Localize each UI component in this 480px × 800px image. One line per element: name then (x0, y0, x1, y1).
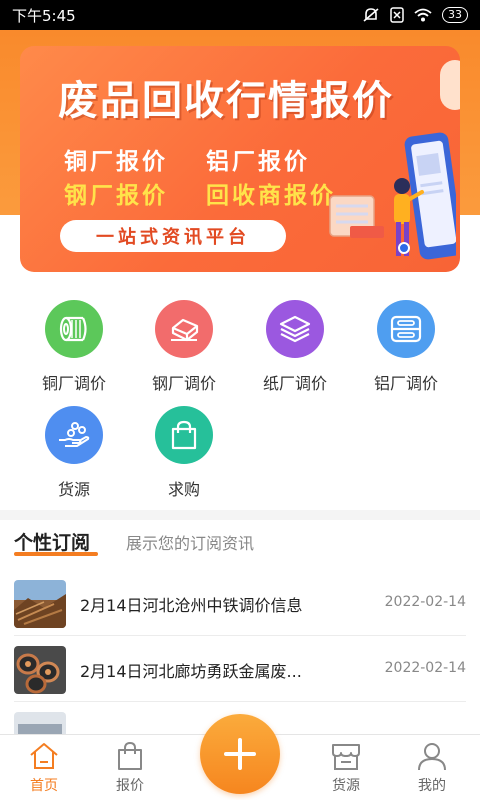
banner-line-recycler: 回收商报价 (206, 182, 336, 209)
category-label: 铝厂调价 (373, 374, 438, 393)
status-time: 下午5:45 (12, 6, 76, 25)
aluminum-icon (377, 300, 435, 358)
tab-label: 货源 (332, 778, 360, 794)
news-item[interactable]: 2月14日河北廊坊勇跃金属废... 2022-02-14 (0, 638, 480, 702)
banner-line-steel: 钢厂报价 (64, 182, 168, 209)
category-steel[interactable]: 钢厂调价 (134, 300, 234, 394)
carousel-indicator-dot (398, 242, 410, 254)
person-with-phone-illustration (329, 132, 456, 260)
sim-none-icon (390, 7, 404, 23)
tab-mine[interactable]: 我的 (392, 741, 472, 795)
user-icon (418, 743, 446, 771)
banner-line-copper: 铜厂报价 (64, 148, 168, 175)
category-label: 纸厂调价 (262, 374, 327, 393)
add-post-button[interactable] (200, 714, 280, 794)
bag-icon (118, 741, 142, 770)
news-title: 2月14日河北廊坊勇跃金属废... (80, 662, 302, 681)
category-label: 求购 (167, 480, 200, 499)
category-copper[interactable]: 铜厂调价 (24, 300, 124, 394)
mute-bell-icon (363, 8, 379, 22)
promo-banner[interactable]: 废品回收行情报价 铜厂报价 铝厂报价 钢厂报价 回收商报价 一站式资讯平台 (20, 46, 460, 272)
banner-line-aluminum: 铝厂报价 (206, 148, 310, 175)
tab-home[interactable]: 首页 (4, 741, 84, 795)
tab-label: 首页 (30, 778, 58, 794)
category-paper[interactable]: 纸厂调价 (245, 300, 345, 394)
category-label: 货源 (57, 480, 90, 499)
tab-label: 我的 (418, 778, 446, 794)
tab-label: 报价 (116, 778, 144, 794)
subscription-tab-title[interactable]: 个性订阅 (14, 528, 90, 555)
news-thumbnail (14, 580, 66, 628)
news-divider (14, 635, 466, 636)
paper-layers-icon (266, 300, 324, 358)
category-label: 钢厂调价 (151, 374, 216, 393)
home-icon (30, 743, 58, 769)
subscription-tab-underline (14, 552, 98, 556)
news-divider (14, 701, 466, 702)
news-title: 2月14日河北沧州中铁调价信息 (80, 596, 303, 615)
news-item[interactable]: 2月14日河北沧州中铁调价信息 2022-02-14 (0, 572, 480, 636)
store-icon (332, 744, 360, 770)
shopping-bag-icon (155, 406, 213, 464)
steel-bar-icon (155, 300, 213, 358)
hand-supply-icon (45, 406, 103, 464)
wifi-icon (414, 8, 432, 22)
category-label: 铜厂调价 (41, 374, 106, 393)
tab-supply[interactable]: 货源 (306, 741, 386, 795)
copper-coil-icon (45, 300, 103, 358)
banner-slogan: 一站式资讯平台 (60, 220, 286, 252)
news-date: 2022-02-14 (384, 594, 466, 610)
tab-quote[interactable]: 报价 (90, 741, 170, 795)
status-bar: 下午5:45 33 (0, 0, 480, 30)
category-purchase[interactable]: 求购 (134, 406, 234, 500)
section-divider (0, 510, 480, 520)
news-date: 2022-02-14 (384, 660, 466, 676)
category-aluminum[interactable]: 铝厂调价 (356, 300, 456, 394)
banner-next-peek (440, 60, 460, 110)
battery-indicator: 33 (442, 7, 468, 23)
subscription-description: 展示您的订阅资讯 (126, 534, 255, 553)
banner-title: 废品回收行情报价 (58, 77, 394, 124)
news-thumbnail (14, 646, 66, 694)
plus-icon (224, 738, 256, 770)
category-supply[interactable]: 货源 (24, 406, 124, 500)
status-icons: 33 (362, 7, 468, 23)
